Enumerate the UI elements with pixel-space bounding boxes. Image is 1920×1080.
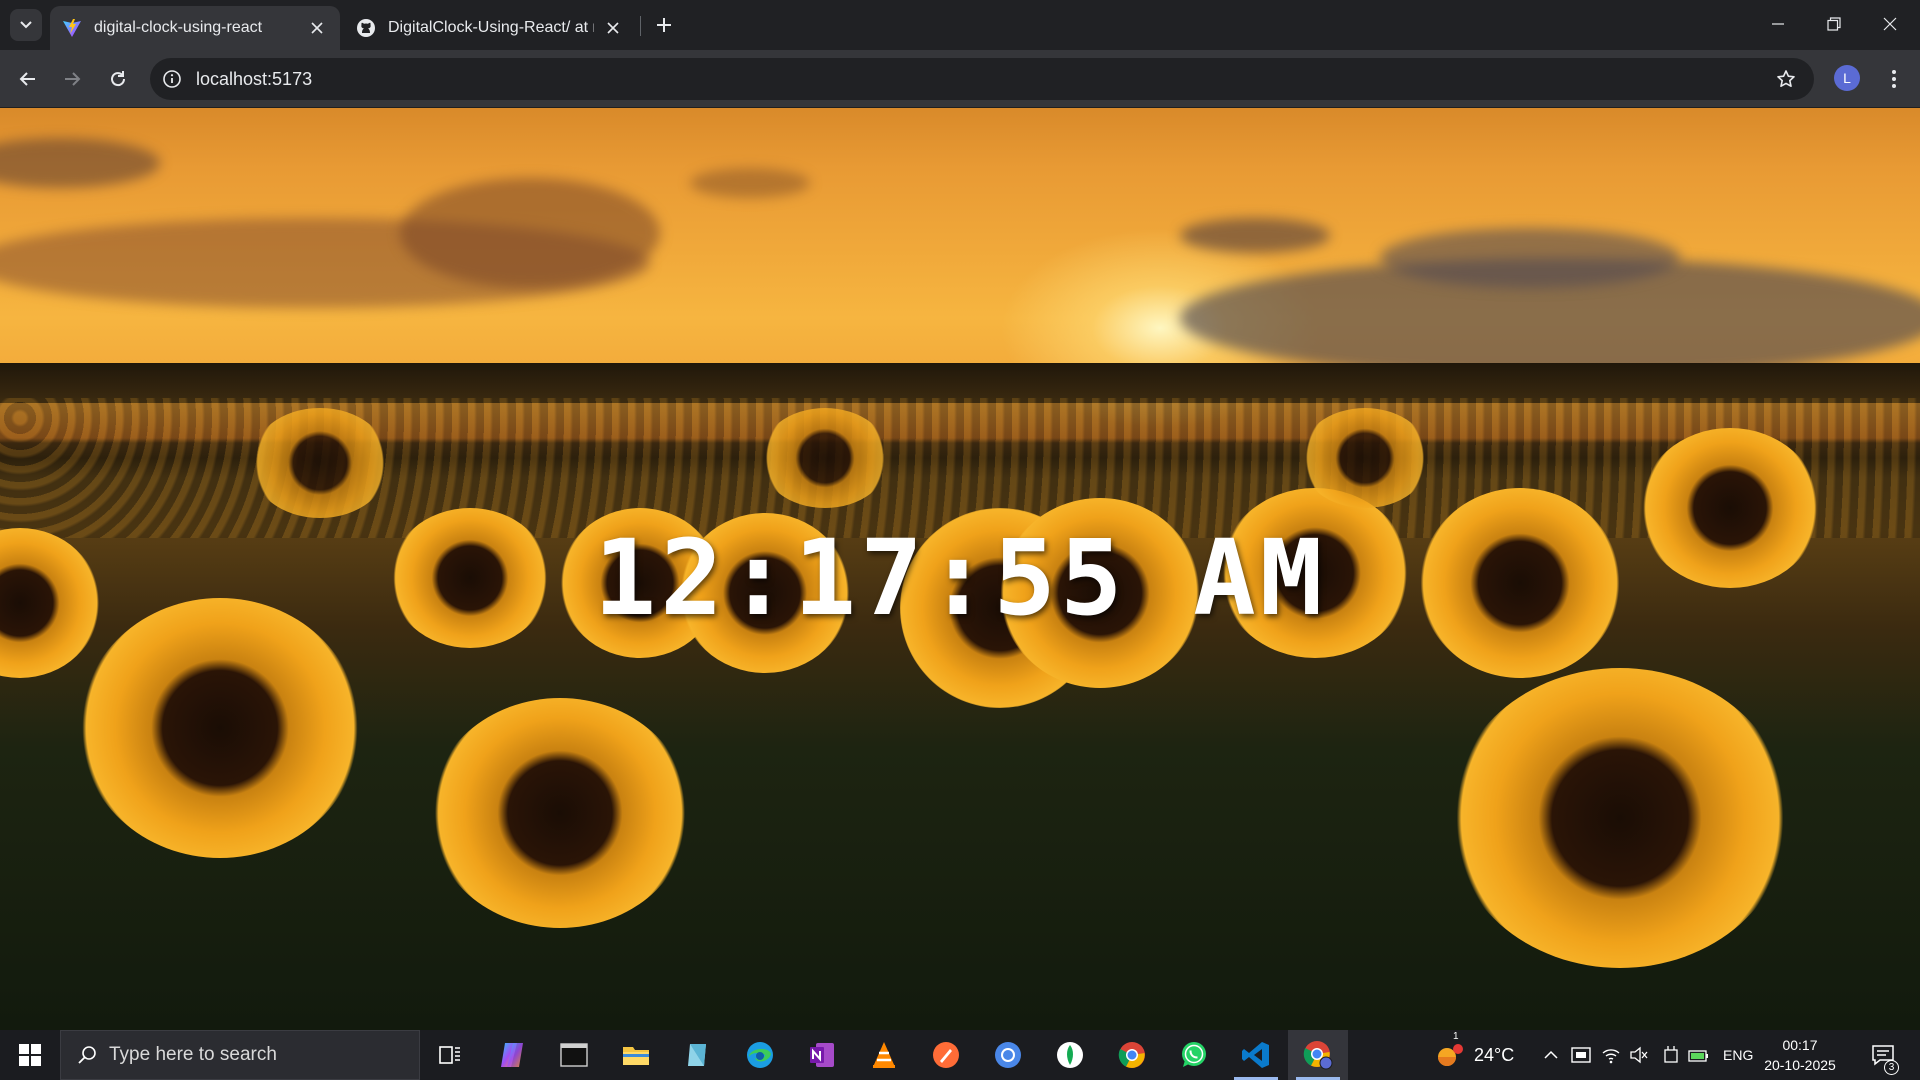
notepad-icon (688, 1044, 706, 1066)
close-tab-icon[interactable] (306, 17, 328, 39)
postman-app[interactable] (916, 1030, 976, 1080)
back-button[interactable] (12, 63, 44, 95)
forward-button[interactable] (56, 63, 88, 95)
profile-avatar[interactable]: L (1834, 65, 1860, 91)
close-window-button[interactable] (1862, 0, 1918, 48)
wifi-icon[interactable] (1600, 1043, 1622, 1067)
mongodb-compass-icon (1057, 1042, 1083, 1068)
arrow-left-icon (19, 72, 35, 86)
vlc-app[interactable] (854, 1030, 914, 1080)
chevron-down-icon (20, 21, 32, 29)
vscode-icon (1242, 1042, 1269, 1068)
tab-title: DigitalClock-Using-React/ at m (388, 19, 594, 36)
notification-count-badge: 3 (1884, 1060, 1899, 1075)
desktop-screen: digital-clock-using-react DigitalClock-U… (0, 0, 1920, 1080)
taskbar-clock[interactable]: 00:17 20-10-2025 (1760, 1035, 1840, 1075)
tab-divider (640, 16, 641, 36)
search-placeholder: Type here to search (109, 1044, 277, 1065)
close-tab-icon[interactable] (602, 17, 624, 39)
chrome-app[interactable] (1102, 1030, 1162, 1080)
vite-logo-icon (62, 18, 82, 38)
chromium-app[interactable] (978, 1030, 1038, 1080)
terminal-app[interactable] (544, 1030, 604, 1080)
tab-title: digital-clock-using-react (94, 19, 263, 36)
input-language[interactable]: ENG (1723, 1047, 1753, 1063)
postman-icon (933, 1042, 959, 1068)
minimize-button[interactable] (1750, 0, 1806, 48)
notepad-app[interactable] (668, 1030, 728, 1080)
chromium-icon (995, 1042, 1021, 1068)
new-tab-button[interactable] (650, 11, 678, 39)
chrome-profile-icon (1303, 1041, 1333, 1070)
mongodb-compass-app[interactable] (1040, 1030, 1100, 1080)
edge-icon (747, 1042, 773, 1068)
task-view-icon (439, 1046, 460, 1064)
battery-charging-icon[interactable] (1688, 1043, 1710, 1067)
weather-temperature[interactable]: 24°C (1474, 1045, 1514, 1066)
restore-button[interactable] (1806, 0, 1862, 48)
reload-button[interactable] (102, 63, 134, 95)
site-info-icon[interactable] (160, 67, 184, 91)
taskbar-date: 20-10-2025 (1764, 1057, 1836, 1073)
close-icon (1883, 17, 1897, 31)
copilot-icon (501, 1043, 523, 1067)
windows-taskbar: Type here to search 1 24°C ENG 00:17 20-… (0, 1030, 1920, 1080)
meet-now-icon[interactable] (1570, 1043, 1592, 1067)
minimize-icon (1772, 23, 1784, 25)
chrome-icon (1118, 1042, 1145, 1068)
url-text: localhost:5173 (196, 69, 313, 89)
weather-icon[interactable] (1434, 1042, 1464, 1070)
chevron-up-icon[interactable] (1540, 1043, 1562, 1067)
digital-clock-time: 12:17:55 AM (593, 517, 1327, 639)
restore-icon (1827, 17, 1841, 31)
bookmark-star-icon[interactable] (1774, 67, 1798, 91)
device-icon[interactable] (1660, 1043, 1682, 1067)
tab-github-repo[interactable]: DigitalClock-Using-React/ at m (344, 6, 636, 50)
more-vertical-icon (1892, 70, 1896, 88)
windows-logo-icon (19, 1044, 41, 1066)
browser-tab-strip: digital-clock-using-react DigitalClock-U… (0, 0, 1920, 50)
onenote-icon (810, 1043, 834, 1067)
speaker-muted-icon[interactable] (1628, 1043, 1650, 1067)
copilot-app[interactable] (482, 1030, 542, 1080)
taskbar-search-box[interactable]: Type here to search (60, 1030, 420, 1080)
chrome-profile-app[interactable] (1288, 1030, 1348, 1080)
edge-app[interactable] (730, 1030, 790, 1080)
arrow-right-icon (65, 72, 81, 86)
whatsapp-app[interactable] (1164, 1030, 1224, 1080)
file-explorer-app[interactable] (606, 1030, 666, 1080)
tab-search-button[interactable] (10, 9, 42, 41)
plus-icon (657, 18, 671, 32)
whatsapp-icon (1182, 1042, 1206, 1067)
taskbar-time: 00:17 (1782, 1037, 1818, 1053)
vscode-app[interactable] (1226, 1030, 1286, 1080)
search-icon (75, 1043, 99, 1067)
terminal-icon (560, 1043, 588, 1067)
vlc-icon (873, 1042, 895, 1068)
file-explorer-icon (623, 1047, 649, 1065)
browser-toolbar: localhost:5173 L (0, 50, 1920, 108)
page-viewport: 12:17:55 AM (0, 108, 1920, 1030)
task-view-button[interactable] (420, 1030, 480, 1080)
onenote-app[interactable] (792, 1030, 852, 1080)
weather-badge: 1 (1453, 1031, 1459, 1042)
github-icon (356, 18, 376, 38)
tab-digital-clock[interactable]: digital-clock-using-react (50, 6, 340, 50)
start-button[interactable] (0, 1030, 60, 1080)
address-bar[interactable]: localhost:5173 (150, 58, 1814, 100)
browser-menu-button[interactable] (1880, 63, 1908, 95)
reload-icon (111, 71, 126, 87)
